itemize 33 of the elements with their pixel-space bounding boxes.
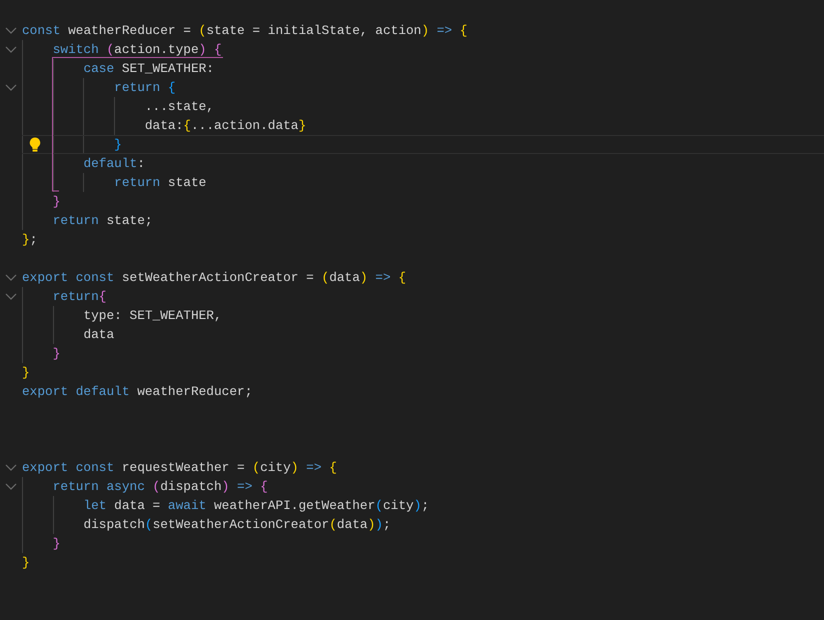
code-line: export const setWeatherActionCreator = (data) => { xyxy=(22,269,406,287)
code-line: export default weatherReducer; xyxy=(22,383,252,401)
code-line: } xyxy=(114,136,122,154)
code-line: return{ xyxy=(52,288,106,306)
chevron-down-icon[interactable] xyxy=(5,84,17,91)
code-line: let data = await weatherAPI.getWeather(city); xyxy=(83,497,430,515)
code-line: data xyxy=(83,326,114,344)
code-line: type: SET_WEATHER, xyxy=(83,307,222,325)
chevron-down-icon[interactable] xyxy=(5,464,17,471)
code-line: }; xyxy=(22,231,38,249)
code-line: } xyxy=(22,554,30,572)
code-line: return state xyxy=(114,174,206,192)
code-line: } xyxy=(52,345,60,363)
code-line: const weatherReducer = (state = initialState, action) => { xyxy=(22,22,468,40)
code-line: switch (action.type) { xyxy=(52,41,222,59)
code-line: export const requestWeather = (city) => { xyxy=(22,459,337,477)
chevron-down-icon[interactable] xyxy=(5,46,17,53)
lightbulb-icon[interactable] xyxy=(29,137,41,152)
code-line: return { xyxy=(114,79,176,97)
code-line: } xyxy=(52,535,60,553)
code-line: return async (dispatch) => { xyxy=(52,478,268,496)
code-line: data:{...action.data} xyxy=(144,117,306,135)
code-line: case SET_WEATHER: xyxy=(83,60,214,78)
code-line: } xyxy=(52,193,60,211)
code-line: dispatch(setWeatherActionCreator(data)); xyxy=(83,516,391,534)
chevron-down-icon[interactable] xyxy=(5,293,17,300)
chevron-down-icon[interactable] xyxy=(5,483,17,490)
code-line: return state; xyxy=(52,212,153,230)
code-line: default: xyxy=(83,155,145,173)
code-line: } xyxy=(22,364,30,382)
code-line: ...state, xyxy=(144,98,214,116)
chevron-down-icon[interactable] xyxy=(5,274,17,281)
chevron-down-icon[interactable] xyxy=(5,27,17,34)
